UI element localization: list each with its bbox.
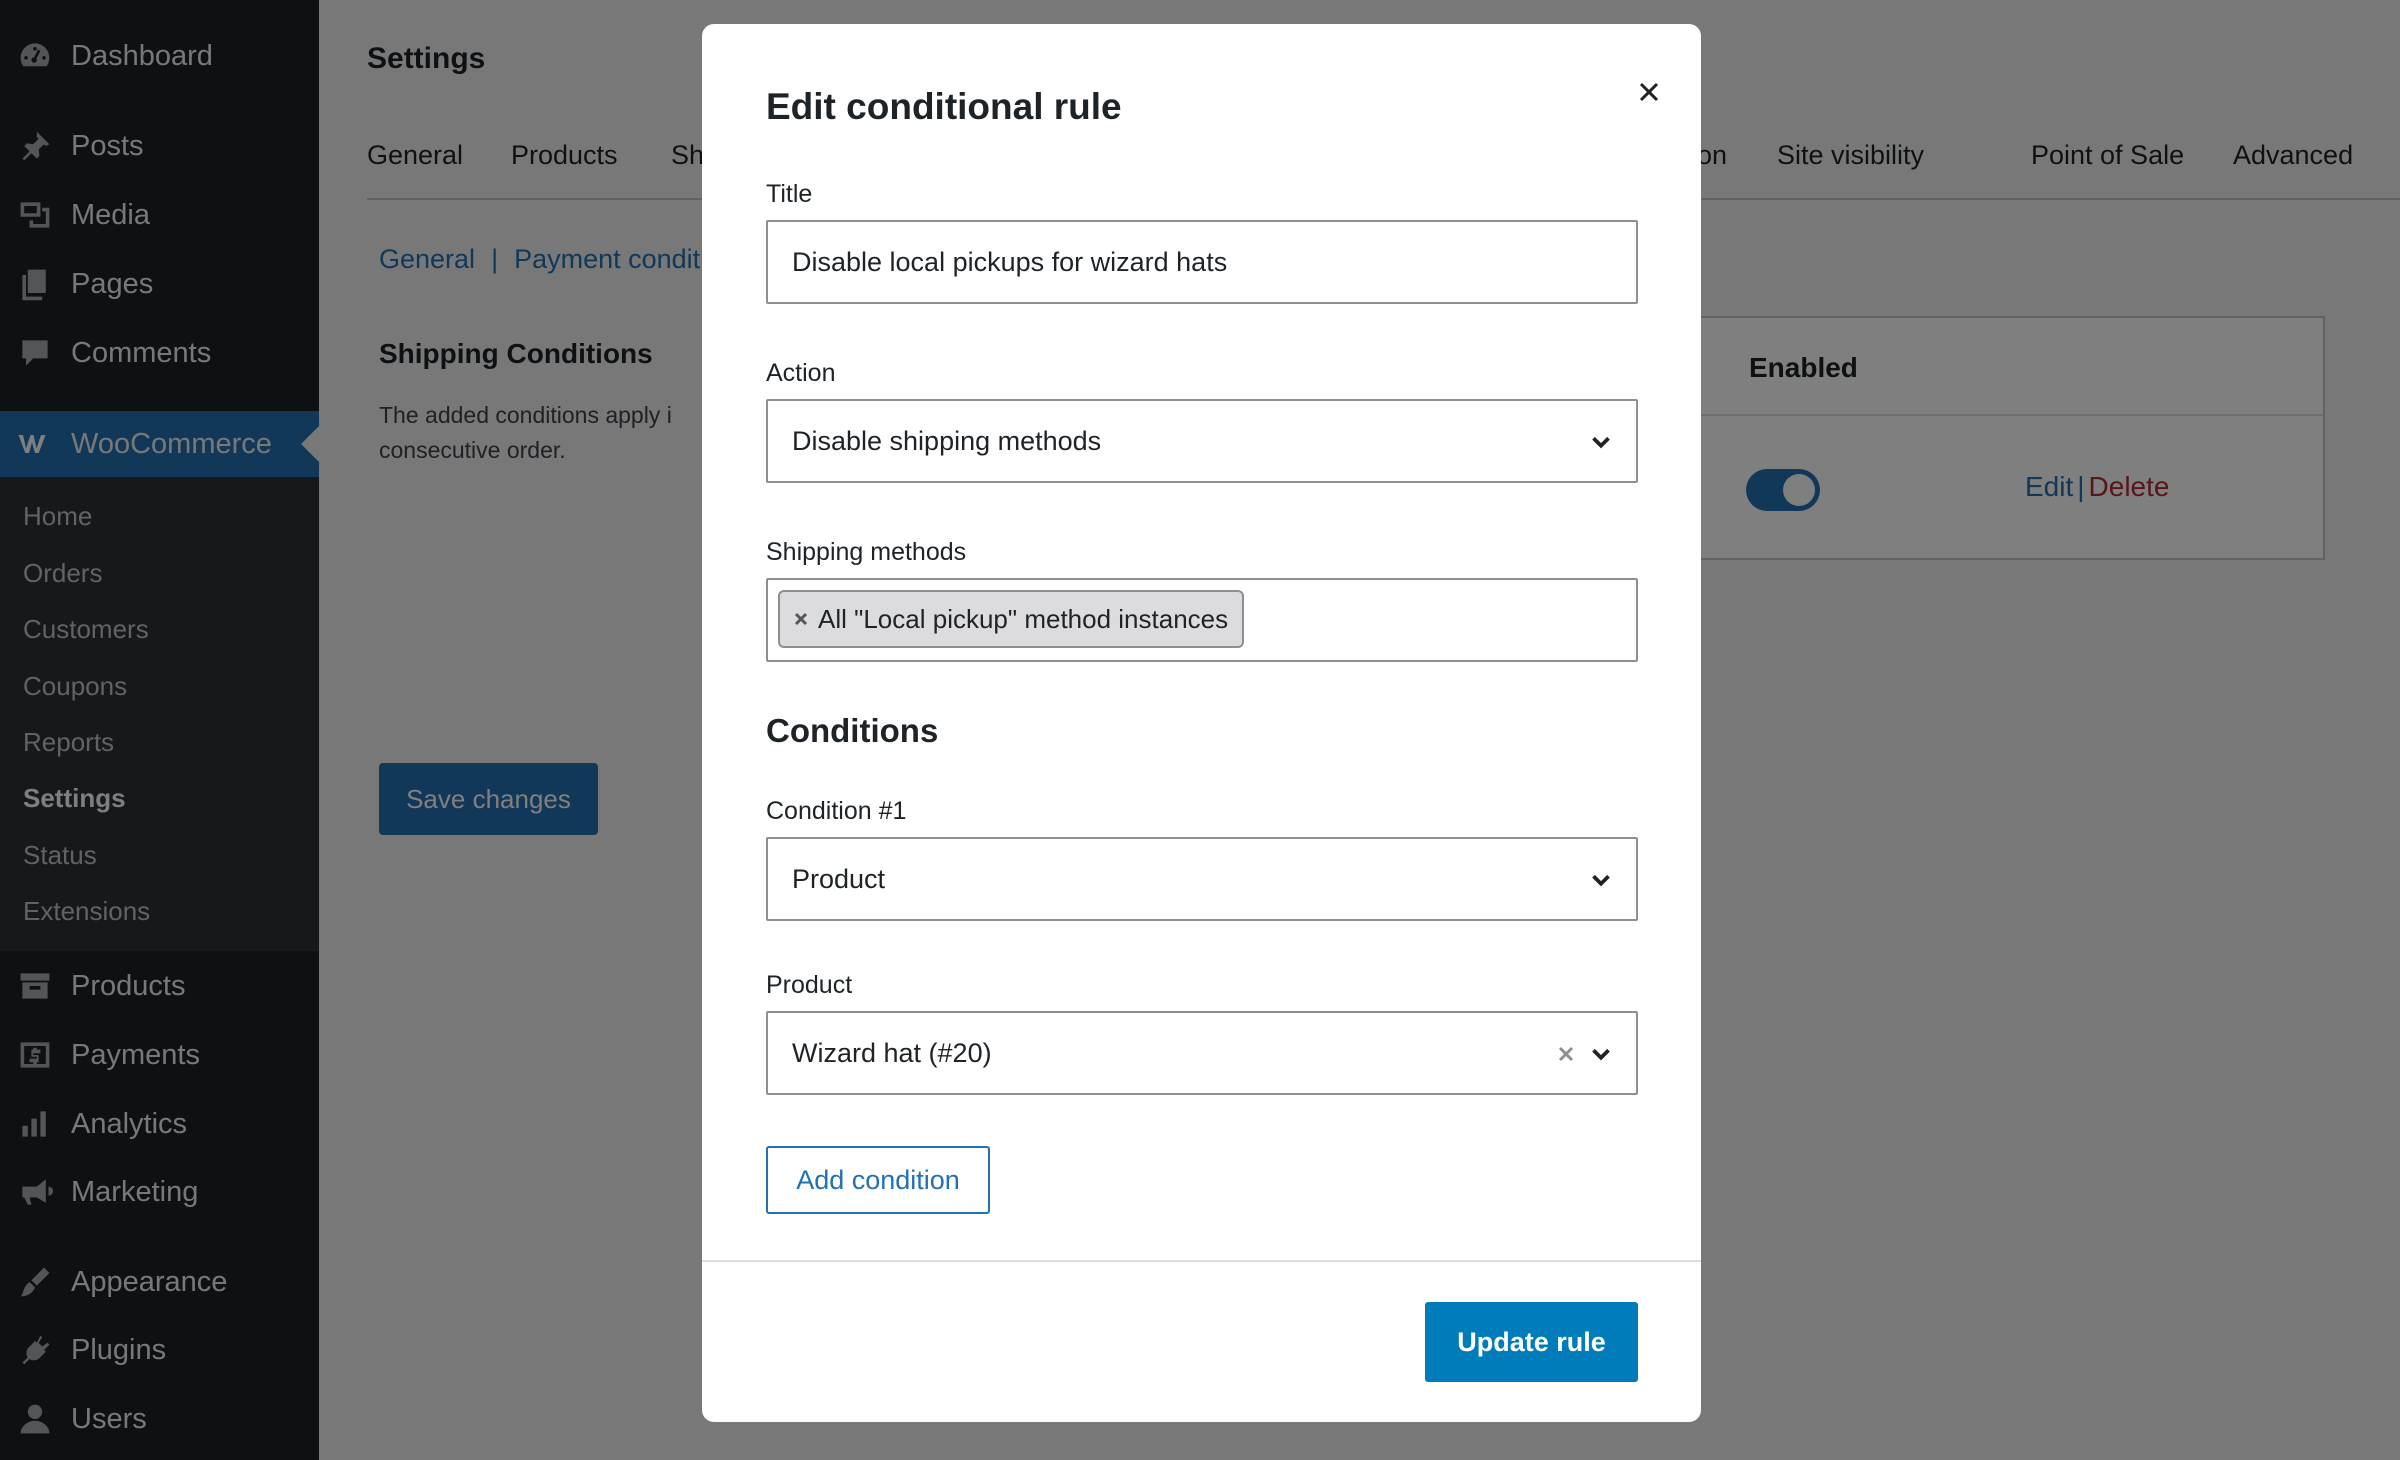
condition-1-select[interactable]: Product	[766, 837, 1638, 921]
modal-title: Edit conditional rule	[766, 86, 1122, 127]
selected-method-token: All "Local pickup" method instances	[778, 590, 1245, 648]
close-button[interactable]	[1629, 72, 1669, 112]
conditions-heading: Conditions	[766, 712, 939, 749]
chevron-down-icon	[1586, 427, 1616, 457]
close-icon	[1639, 82, 1659, 102]
product-select[interactable]: Wizard hat (#20)	[766, 1011, 1638, 1095]
product-select-value: Wizard hat (#20)	[792, 1037, 992, 1068]
shipping-methods-multiselect[interactable]: All "Local pickup" method instances	[766, 578, 1638, 662]
remove-token-icon[interactable]	[794, 612, 808, 626]
condition-1-label: Condition #1	[766, 797, 907, 825]
action-select-value: Disable shipping methods	[792, 425, 1102, 456]
modal-footer-divider	[702, 1260, 1701, 1262]
shipping-methods-label: Shipping methods	[766, 538, 967, 566]
edit-rule-modal: Edit conditional rule Title Disable loca…	[702, 24, 1701, 1422]
condition-1-value: Product	[792, 863, 886, 894]
chevron-down-icon	[1586, 1039, 1616, 1069]
title-label: Title	[766, 180, 813, 208]
product-label: Product	[766, 971, 853, 999]
add-condition-button[interactable]: Add condition	[766, 1146, 990, 1214]
action-label: Action	[766, 359, 836, 387]
update-rule-button[interactable]: Update rule	[1425, 1302, 1638, 1382]
chevron-down-icon	[1586, 865, 1616, 895]
action-select[interactable]: Disable shipping methods	[766, 399, 1638, 483]
token-label: All "Local pickup" method instances	[818, 603, 1229, 634]
title-input[interactable]: Disable local pickups for wizard hats	[766, 220, 1638, 304]
title-input-value: Disable local pickups for wizard hats	[792, 246, 1228, 277]
clear-selection-icon[interactable]	[1552, 1040, 1580, 1068]
